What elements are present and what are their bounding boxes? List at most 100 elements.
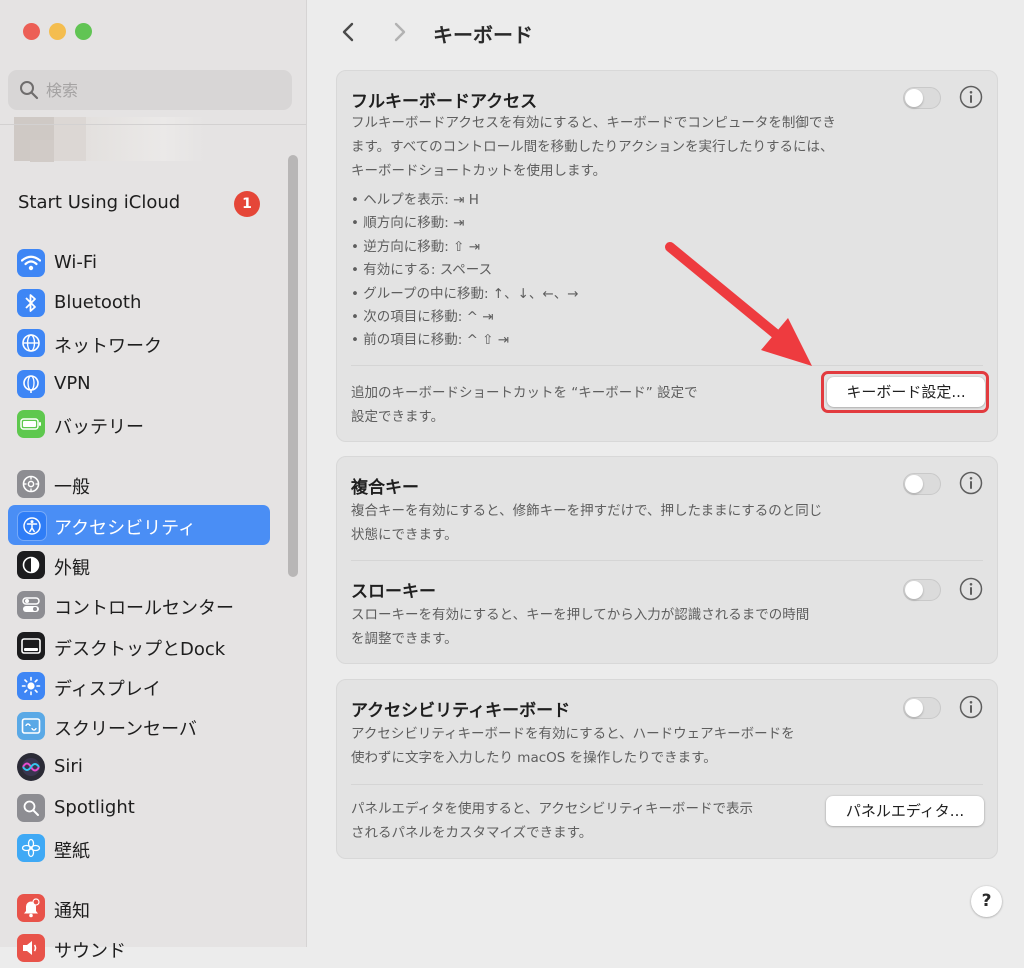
search-input[interactable] [46, 79, 276, 101]
description-line: フルキーボードアクセスを有効にすると、キーボードでコンピュータを制御でき [351, 115, 836, 131]
sidebar-item-label: バッテリー [54, 417, 144, 438]
sidebar-item-label: デスクトップとDock [54, 639, 226, 660]
slow-keys-title: スローキー [351, 582, 436, 602]
traffic-lights [23, 23, 92, 40]
accessibility-keyboard-description: アクセシビリティキーボードを有効にすると、ハードウェアキーボードを 使わずに文字… [351, 722, 871, 770]
dock-icon [17, 632, 45, 660]
search-field[interactable] [8, 70, 292, 110]
panel-editor-button[interactable]: パネルエディタ... [826, 796, 984, 826]
vpn-globe-icon [17, 370, 45, 398]
sidebar-item-label: サウンド [54, 941, 126, 962]
sidebar-item-general[interactable]: 一般 [8, 464, 270, 504]
description-line: アクセシビリティキーボードを有効にすると、ハードウェアキーボードを [351, 726, 795, 742]
sidebar-item-bluetooth[interactable]: Bluetooth [8, 283, 270, 323]
sun-icon [17, 672, 45, 700]
description-line: 複合キーを有効にすると、修飾キーを押すだけで、押したままにするのと同じ [351, 503, 823, 519]
sidebar-scrollbar[interactable] [288, 155, 298, 577]
description-line: ます。すべてのコントロール間を移動したりアクションを実行したりするには、 [351, 139, 834, 155]
info-icon[interactable] [959, 577, 983, 601]
appearance-icon [17, 551, 45, 579]
shortcut-item: 順方向に移動: ⇥ [351, 212, 579, 235]
sidebar-item-control-center[interactable]: コントロールセンター [8, 585, 270, 625]
sidebar-item-label: Bluetooth [54, 292, 142, 313]
accessibility-keyboard-group: アクセシビリティキーボード アクセシビリティキーボードを有効にすると、ハードウェ… [336, 679, 998, 859]
siri-icon [17, 753, 45, 781]
screensaver-icon [17, 712, 45, 740]
help-button[interactable]: ? [971, 886, 1002, 917]
note-line: 追加のキーボードショートカットを “キーボード” 設定で [351, 385, 698, 401]
sticky-keys-description: 複合キーを有効にすると、修飾キーを押すだけで、押したままにするのと同じ 状態にで… [351, 499, 871, 547]
sidebar-item-appearance[interactable]: 外観 [8, 545, 270, 585]
icloud-badge: 1 [234, 191, 260, 217]
spotlight-icon [17, 794, 45, 822]
highlight-box [821, 371, 989, 413]
page-title: キーボード [433, 23, 533, 47]
sidebar-item-label: スクリーンセーバ [54, 719, 197, 740]
sidebar-item-wifi[interactable]: Wi-Fi [8, 243, 270, 283]
full-keyboard-access-description: フルキーボードアクセスを有効にすると、キーボードでコンピュータを制御でき ます。… [351, 111, 871, 183]
sidebar-item-accessibility[interactable]: アクセシビリティ [8, 505, 270, 545]
shortcut-item: 次の項目に移動: ^ ⇥ [351, 306, 579, 329]
sidebar-item-label: アクセシビリティ [54, 518, 197, 539]
full-keyboard-access-title: フルキーボードアクセス [351, 92, 538, 112]
sidebar-item-battery[interactable]: バッテリー [8, 404, 270, 444]
note-line: 設定できます。 [351, 409, 445, 425]
sidebar-item-siri[interactable]: Siri [8, 747, 270, 787]
sidebar-item-label: 壁紙 [54, 841, 90, 862]
back-chevron-icon[interactable] [335, 18, 363, 46]
slow-keys-toggle[interactable] [903, 579, 941, 601]
icloud-label: Start Using iCloud [18, 192, 181, 213]
speaker-icon [17, 934, 45, 962]
toggle-knob [905, 581, 923, 599]
info-icon[interactable] [959, 471, 983, 495]
description-line: を調整できます。 [351, 631, 458, 647]
sidebar-item-network[interactable]: ネットワーク [8, 323, 270, 363]
sidebar: Start Using iCloud 1 Wi-Fi Bluetooth ネット… [0, 0, 307, 962]
sidebar-item-screensaver[interactable]: スクリーンセーバ [8, 706, 270, 746]
sidebar-item-desktop-dock[interactable]: デスクトップとDock [8, 626, 270, 666]
bell-icon [17, 894, 45, 922]
sidebar-item-label: 外観 [54, 558, 90, 579]
shortcut-item: 前の項目に移動: ^ ⇧ ⇥ [351, 329, 579, 352]
forward-chevron-icon[interactable] [385, 18, 413, 46]
bluetooth-icon [17, 289, 45, 317]
wallpaper-flower-icon [17, 834, 45, 862]
close-button[interactable] [23, 23, 40, 40]
accessibility-keyboard-title: アクセシビリティキーボード [351, 701, 571, 721]
accessibility-keyboard-toggle[interactable] [903, 697, 941, 719]
sidebar-item-displays[interactable]: ディスプレイ [8, 666, 270, 706]
sidebar-item-label: Spotlight [54, 797, 135, 818]
search-icon [20, 81, 39, 100]
info-icon[interactable] [959, 85, 983, 109]
info-icon[interactable] [959, 695, 983, 719]
wifi-icon [17, 249, 45, 277]
shortcut-item: 有効にする: スペース [351, 259, 579, 282]
sticky-keys-toggle[interactable] [903, 473, 941, 495]
description-line: 状態にできます。 [351, 527, 458, 543]
sidebar-item-sound[interactable]: サウンド [8, 928, 270, 968]
full-keyboard-access-toggle[interactable] [903, 87, 941, 109]
sidebar-item-label: コントロールセンター [54, 598, 234, 619]
accessibility-icon [17, 511, 47, 541]
sidebar-item-label: ネットワーク [54, 336, 162, 357]
sidebar-item-wallpaper[interactable]: 壁紙 [8, 828, 270, 868]
shortcut-item: 逆方向に移動: ⇧ ⇥ [351, 236, 579, 259]
sidebar-item-spotlight[interactable]: Spotlight [8, 788, 270, 828]
description-line: スローキーを有効にすると、キーを押してから入力が認識されるまでの時間 [351, 607, 810, 623]
row-divider [351, 784, 983, 785]
sidebar-item-vpn[interactable]: VPN [8, 364, 270, 404]
sidebar-divider [0, 124, 306, 125]
sidebar-item-label: Wi-Fi [54, 252, 97, 273]
sidebar-item-label: 通知 [54, 901, 90, 922]
shortcut-item: グループの中に移動: ↑、↓、←、→ [351, 283, 578, 306]
minimize-button[interactable] [49, 23, 66, 40]
toggle-knob [905, 89, 923, 107]
sticky-slow-keys-group: 複合キー 複合キーを有効にすると、修飾キーを押すだけで、押したままにするのと同じ… [336, 456, 998, 664]
shortcut-item: ヘルプを表示: ⇥ H [351, 189, 579, 212]
row-divider [351, 560, 983, 561]
main-content: キーボード フルキーボードアクセス フルキーボードアクセスを有効にすると、キーボ… [307, 0, 1024, 947]
globe-icon [17, 329, 45, 357]
zoom-button[interactable] [75, 23, 92, 40]
sidebar-item-notifications[interactable]: 通知 [8, 888, 270, 928]
toggle-knob [905, 699, 923, 717]
